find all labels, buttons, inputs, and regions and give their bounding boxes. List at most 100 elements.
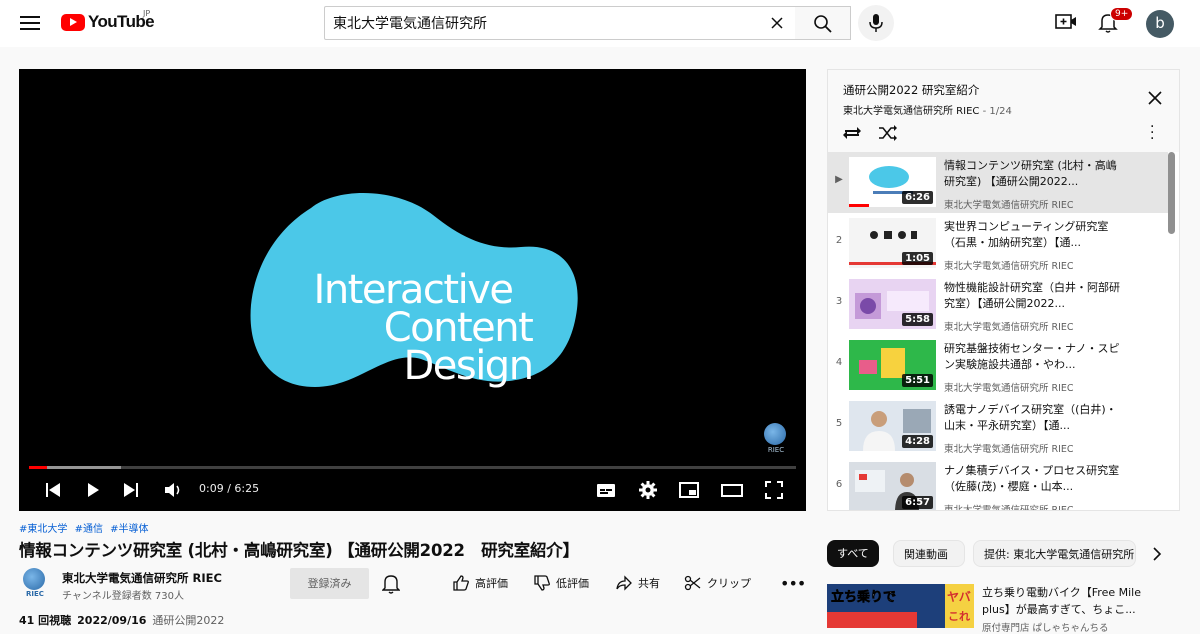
playlist-thumbnail: 6:57	[849, 462, 936, 510]
notifications-button[interactable]: 9+	[1098, 7, 1134, 38]
previous-icon[interactable]	[43, 478, 63, 502]
playlist-thumbnail: 1:05	[849, 218, 936, 268]
clip-label: クリップ	[707, 577, 751, 590]
duration-badge: 6:26	[902, 191, 933, 204]
hashtag-link[interactable]: #通信	[75, 524, 103, 535]
video-player[interactable]: Interactive Content Design RIEC 0:09 / 6…	[19, 69, 806, 511]
thumb-text-right: ヤバ	[947, 590, 971, 604]
playlist-thumbnail: 4:28	[849, 401, 936, 451]
playlist-item[interactable]: 5 4:28 誘電ナノデバイス研究室（(白井)・山末・平永研究室）【通... 東…	[828, 396, 1168, 457]
duration-badge: 5:51	[902, 374, 933, 387]
close-icon[interactable]	[1147, 90, 1163, 106]
playlist-items: ▶ 6:26 情報コンテンツ研究室 (北村・高嶋研究室) 【通研公開2022..…	[828, 152, 1179, 510]
video-title: 情報コンテンツ研究室 (北村・高嶋研究室) 【通研公開2022 研究室紹介】	[19, 541, 579, 560]
playlist-header: 通研公開2022 研究室紹介 東北大学電気通信研究所 RIEC - 1/24 ·…	[828, 70, 1179, 152]
hashtag-link[interactable]: #東北大学	[19, 524, 67, 535]
hashtag-link[interactable]: #半導体	[110, 524, 148, 535]
recommendation-channel[interactable]: 原付専門店 ぱしゃちゃんちる	[982, 620, 1109, 634]
chip-channel[interactable]: 提供: 東北大学電気通信研究所	[973, 540, 1136, 567]
clip-button[interactable]: クリップ	[684, 574, 751, 592]
search-box	[324, 6, 796, 40]
playlist-scrollbar[interactable]	[1168, 152, 1175, 234]
playlist-more-icon[interactable]: · · ·	[1150, 120, 1154, 146]
playlist-item-index: 6	[835, 479, 843, 490]
chip-all[interactable]: すべて	[827, 540, 879, 567]
share-button[interactable]: 共有	[615, 574, 660, 592]
channel-avatar-text: RIEC	[26, 590, 44, 598]
channel-name[interactable]: 東北大学電気通信研究所 RIEC	[62, 570, 222, 586]
dislike-label: 低評価	[556, 577, 589, 590]
recommendation-title[interactable]: 立ち乗り電動バイク【Free Mile plus】が最高すぎて、ちょこ...	[982, 584, 1172, 618]
playlist-item-channel: 東北大学電気通信研究所 RIEC	[944, 383, 1074, 394]
menu-icon[interactable]	[20, 13, 40, 33]
duration-badge: 1:05	[902, 252, 933, 265]
playlist-title[interactable]: 通研公開2022 研究室紹介	[843, 82, 979, 98]
watched-progress	[849, 204, 869, 207]
playlist-thumbnail: 5:51	[849, 340, 936, 390]
create-video-icon[interactable]	[1055, 12, 1077, 32]
voice-search-button[interactable]	[858, 5, 894, 41]
thumb-text-left: 立ち乗りで	[831, 589, 896, 605]
loop-icon[interactable]	[842, 124, 862, 142]
recommendation-thumbnail[interactable]: 立ち乗りで ヤバ これ	[827, 584, 974, 628]
playlist-item-title: 研究基盤技術センター・ナノ・スピン実験施設共通部・やわ...	[944, 342, 1120, 371]
recommendation-thumb-art: 立ち乗りで ヤバ これ	[827, 584, 974, 628]
view-count: 41 回視聴	[19, 614, 72, 627]
progress-bar[interactable]	[29, 466, 796, 469]
playlist-item-title: 誘電ナノデバイス研究室（(白井)・山末・平永研究室）【通...	[944, 403, 1117, 432]
riec-globe-icon	[764, 423, 786, 445]
playlist-item-title: 情報コンテンツ研究室 (北村・高嶋研究室) 【通研公開2022...	[944, 159, 1117, 188]
scissors-icon	[684, 575, 701, 591]
duration-badge: 4:28	[902, 435, 933, 448]
playlist-item-channel: 東北大学電気通信研究所 RIEC	[944, 200, 1074, 211]
masthead: YouTube JP 9+ b	[0, 0, 1200, 47]
video-frame: Interactive Content Design	[250, 193, 578, 389]
playlist-item[interactable]: 6 6:57 ナノ集積デバイス・プロセス研究室（佐藤(茂)・櫻庭・山本... 東…	[828, 457, 1168, 510]
playlist-item[interactable]: 3 5:58 物性機能設計研究室（白井・阿部研究室）【通研公開2022... 東…	[828, 274, 1168, 335]
share-icon	[616, 575, 632, 591]
chevron-right-icon[interactable]	[1150, 546, 1164, 562]
chip-related[interactable]: 関連動画	[893, 540, 965, 567]
more-actions-icon[interactable]: •••	[780, 574, 806, 593]
subtitles-icon[interactable]	[595, 478, 617, 502]
fullscreen-icon[interactable]	[763, 478, 785, 502]
channel-avatar[interactable]: RIEC	[23, 568, 47, 598]
account-avatar[interactable]: b	[1146, 10, 1174, 38]
playlist-item-index: 5	[835, 418, 843, 429]
thumb-text-right-2: これ	[948, 610, 970, 623]
volume-icon[interactable]	[162, 478, 184, 502]
playlist-item-channel: 東北大学電気通信研究所 RIEC	[944, 322, 1074, 333]
search-input[interactable]	[333, 7, 763, 39]
metadata-tag[interactable]: 通研公開2022	[152, 614, 224, 627]
region-code: JP	[143, 9, 151, 18]
settings-gear-icon[interactable]	[637, 478, 659, 502]
riec-watermark: RIEC	[764, 423, 788, 459]
thumbs-up-icon	[453, 575, 469, 591]
dislike-button[interactable]: 低評価	[533, 574, 589, 592]
miniplayer-icon[interactable]	[678, 478, 700, 502]
playlist-panel: 通研公開2022 研究室紹介 東北大学電気通信研究所 RIEC - 1/24 ·…	[827, 69, 1180, 511]
playlist-item[interactable]: 4 5:51 研究基盤技術センター・ナノ・スピン実験施設共通部・やわ... 東北…	[828, 335, 1168, 396]
search-button[interactable]	[795, 6, 851, 40]
next-icon[interactable]	[121, 478, 141, 502]
playlist-thumbnail: 6:26	[849, 157, 936, 207]
playlist-item[interactable]: ▶ 6:26 情報コンテンツ研究室 (北村・高嶋研究室) 【通研公開2022..…	[828, 152, 1168, 213]
theater-mode-icon[interactable]	[720, 478, 744, 502]
video-title-line-3: Design	[403, 343, 532, 389]
play-icon[interactable]	[83, 478, 103, 502]
playlist-channel[interactable]: 東北大学電気通信研究所 RIEC	[843, 106, 979, 117]
subscribed-button[interactable]: 登録済み	[290, 568, 369, 599]
channel-bell-icon[interactable]	[382, 574, 400, 594]
video-metadata: 41 回視聴 2022/09/16 通研公開2022	[19, 612, 224, 628]
played-bar	[29, 466, 47, 469]
playlist-item[interactable]: 2 1:05 実世界コンピューティング研究室（石黒・加納研究室）【通... 東北…	[828, 213, 1168, 274]
upload-date: 2022/09/16	[77, 614, 147, 627]
playlist-subtitle: 東北大学電気通信研究所 RIEC - 1/24	[843, 102, 1012, 117]
like-button[interactable]: 高評価	[452, 574, 508, 592]
clear-search-icon[interactable]	[767, 13, 787, 33]
channel-globe-icon	[23, 568, 45, 590]
time-display: 0:09 / 6:25	[199, 482, 260, 495]
youtube-logo[interactable]: YouTube JP	[61, 9, 155, 32]
playlist-item-channel: 東北大学電気通信研究所 RIEC	[944, 444, 1074, 455]
shuffle-icon[interactable]	[878, 124, 898, 142]
